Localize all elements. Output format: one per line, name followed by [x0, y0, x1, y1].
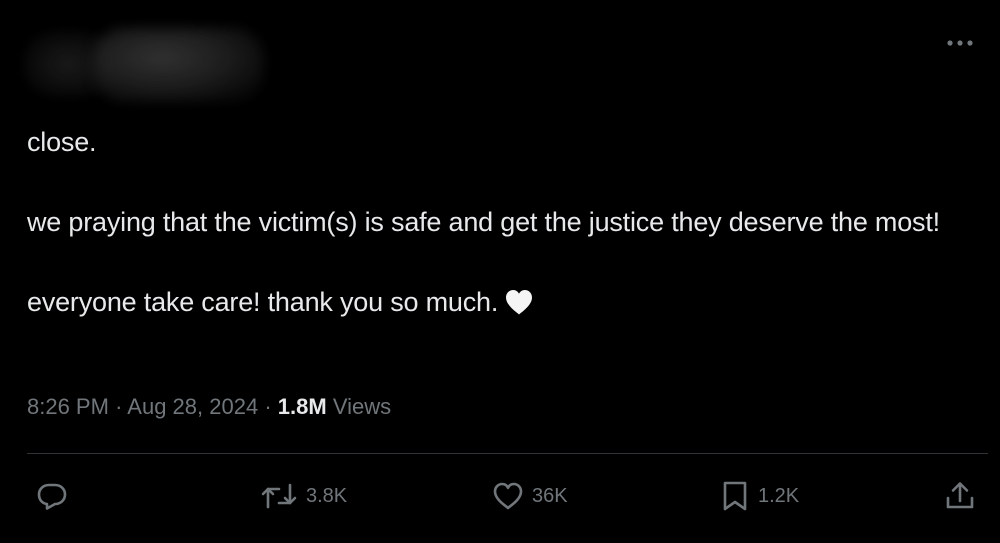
- views-label: Views: [332, 394, 392, 419]
- reply-icon: [37, 483, 67, 510]
- bookmark-button[interactable]: 1.2K: [720, 474, 799, 518]
- retweet-count: 3.8K: [306, 484, 348, 507]
- tweet-paragraph-2: we praying that the victim(s) is safe an…: [27, 207, 940, 237]
- meta-separator-2: ·: [264, 394, 272, 419]
- tweet-paragraph-3: everyone take care! thank you so much.: [27, 287, 499, 317]
- share-icon: [946, 482, 974, 509]
- bookmark-icon: [723, 481, 747, 511]
- more-options-button[interactable]: [942, 32, 978, 54]
- heart-icon: [493, 482, 523, 510]
- reply-button[interactable]: [36, 474, 76, 518]
- author-header-blurred: [24, 22, 264, 106]
- tweet-date[interactable]: Aug 28, 2024: [127, 394, 258, 419]
- tweet-time[interactable]: 8:26 PM: [27, 394, 109, 419]
- like-button[interactable]: 36K: [492, 474, 568, 518]
- meta-separator: ·: [115, 394, 123, 419]
- bookmark-count: 1.2K: [758, 484, 800, 507]
- share-button[interactable]: [944, 474, 984, 518]
- tweet-meta: 8:26 PM · Aug 28, 2024 · 1.8M Views: [27, 394, 391, 420]
- action-bar: 3.8K 36K 1.2K: [0, 474, 1000, 518]
- retweet-button[interactable]: 3.8K: [260, 474, 347, 518]
- tweet-text: close. we praying that the victim(s) is …: [27, 122, 977, 327]
- white-heart-icon: [504, 287, 534, 327]
- retweet-icon: [261, 483, 297, 509]
- views-count: 1.8M: [277, 394, 327, 419]
- more-dots-icon: [947, 40, 973, 46]
- divider: [27, 453, 988, 454]
- author-name-blurred: [94, 28, 264, 102]
- tweet-paragraph-3-wrapper: everyone take care! thank you so much.: [27, 282, 977, 327]
- tweet-paragraph-1: close.: [27, 127, 97, 157]
- like-count: 36K: [532, 484, 568, 507]
